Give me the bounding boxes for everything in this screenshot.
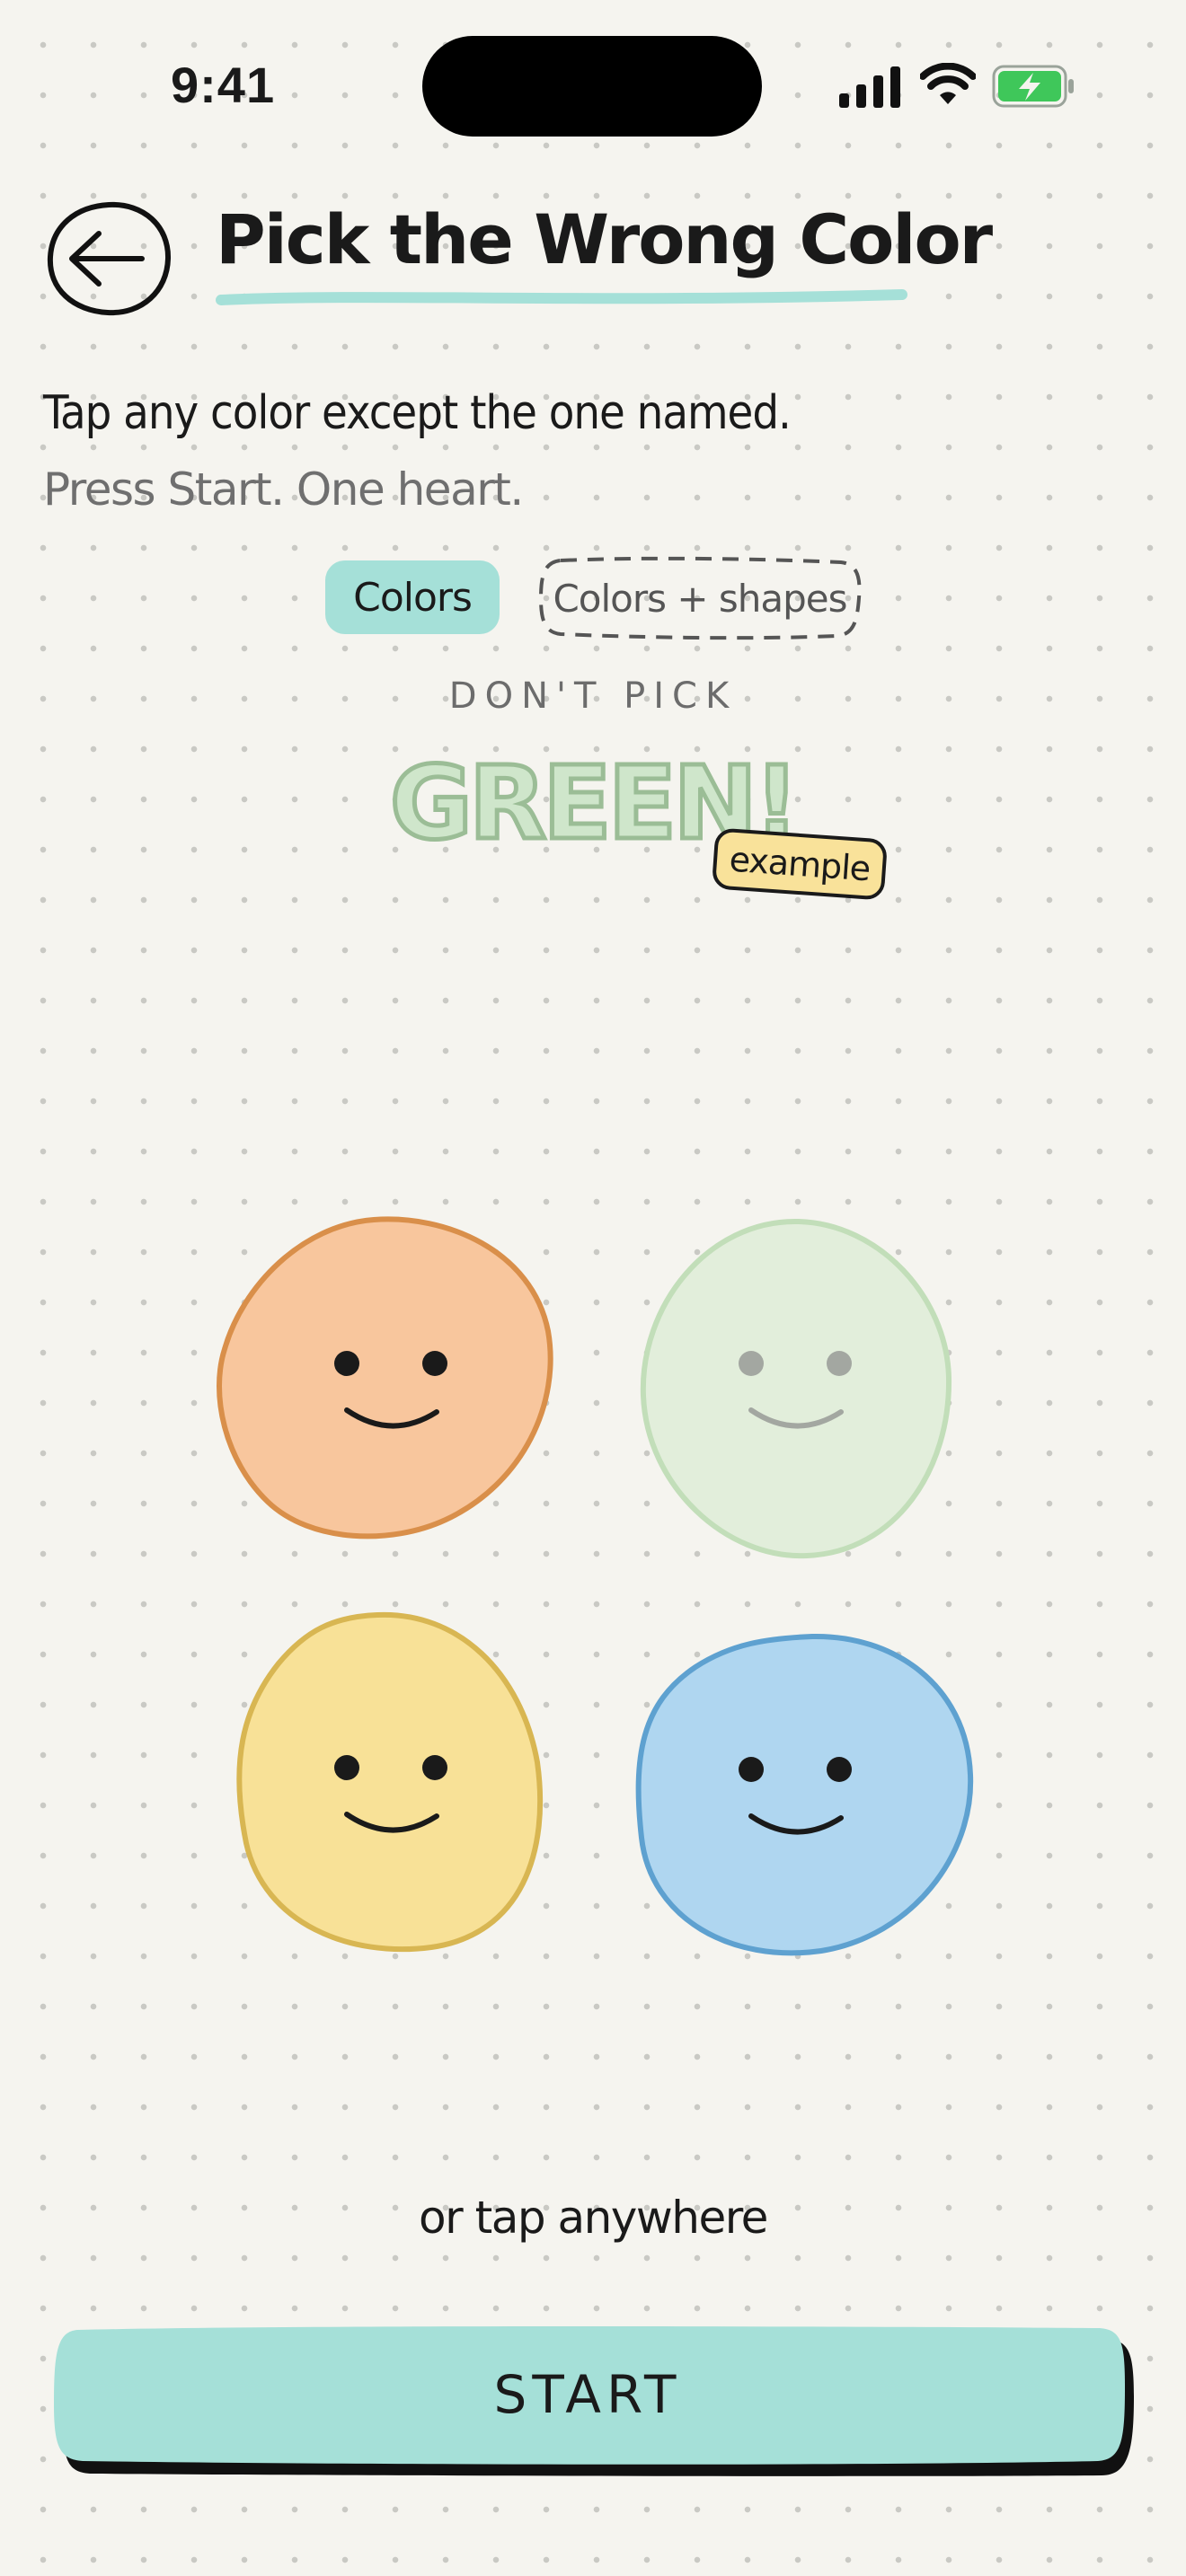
dynamic-island xyxy=(422,36,762,137)
orange-blob-button[interactable] xyxy=(212,1214,557,1547)
arrow-left-icon xyxy=(69,231,145,287)
start-button-label: START xyxy=(493,2364,682,2425)
tap-anywhere-hint: or tap anywhere xyxy=(419,2192,768,2244)
title-underline xyxy=(216,289,907,305)
wifi-icon xyxy=(920,63,976,104)
sub-instruction-text: Press Start. One heart. xyxy=(43,463,524,516)
target-color-word: GREEN! xyxy=(388,744,802,865)
start-button[interactable]: START xyxy=(50,2325,1136,2477)
mode-colors-shapes-button[interactable]: Colors + shapes xyxy=(537,555,863,641)
mode-colors-shapes-label: Colors + shapes xyxy=(553,576,847,621)
blue-blob-button[interactable] xyxy=(633,1631,976,1958)
back-button[interactable] xyxy=(43,199,174,318)
yellow-blob-button[interactable] xyxy=(234,1610,555,1956)
cellular-signal-icon xyxy=(839,66,900,108)
page-title: Pick the Wrong Color xyxy=(216,199,993,279)
dont-pick-label: DON'T PICK xyxy=(448,675,738,717)
example-badge: example xyxy=(711,827,889,901)
status-time: 9:41 xyxy=(171,57,276,113)
battery-charging-icon xyxy=(992,65,1074,108)
green-blob-button[interactable] xyxy=(636,1216,956,1563)
instruction-text: Tap any color except the one named. xyxy=(43,386,792,440)
mode-colors-button[interactable]: Colors xyxy=(325,560,500,634)
